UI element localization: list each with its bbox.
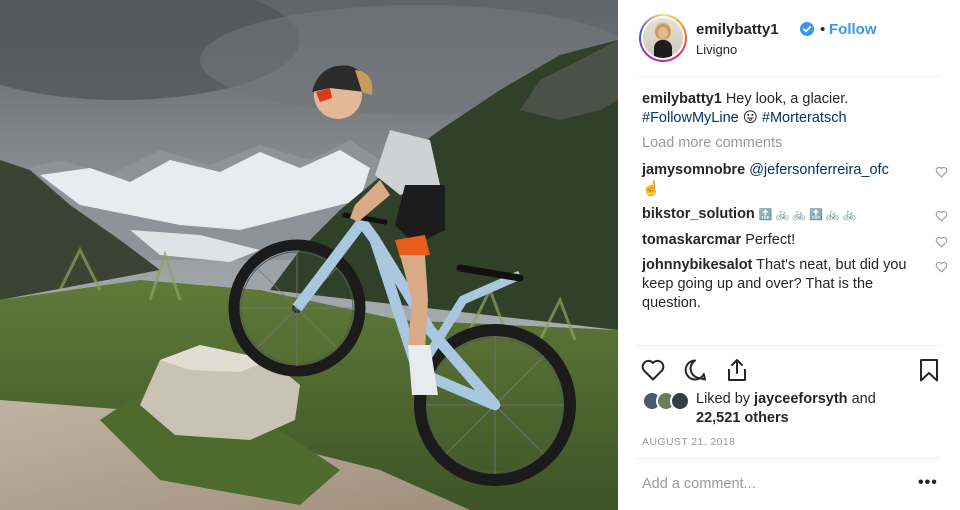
comment-like-heart-icon[interactable] xyxy=(935,210,948,222)
comment-like-heart-icon[interactable] xyxy=(935,236,948,248)
hashtag-followmyline[interactable]: #FollowMyLine xyxy=(642,110,739,126)
add-comment-input[interactable]: Add a comment... xyxy=(642,476,882,492)
separator-dot: • xyxy=(820,21,826,38)
likes-text: Liked by jayceeforsyth and 22,521 others xyxy=(696,390,936,428)
comment-like-heart-icon[interactable] xyxy=(935,166,948,178)
follow-button[interactable]: Follow xyxy=(829,21,877,38)
share-icon[interactable] xyxy=(724,357,750,383)
comment-icon[interactable] xyxy=(682,357,708,383)
avatar-body xyxy=(654,40,672,58)
comment-item: bikstor_solution 🔝 🚲 🚲 🔝 🚲 🚲 xyxy=(642,205,948,225)
post-date[interactable]: AUGUST 21, 2018 xyxy=(642,436,735,448)
caption: emilybatty1 Hey look, a glacier. #Follow… xyxy=(642,90,942,128)
action-bar xyxy=(638,357,940,383)
comment-emoji: ☝️ xyxy=(642,181,661,197)
divider xyxy=(638,345,940,346)
post-location[interactable]: Livigno xyxy=(696,42,737,57)
liker-username[interactable]: jayceeforsyth xyxy=(754,391,848,407)
likes-count[interactable]: 22,521 others xyxy=(696,410,789,426)
comment-text: 🔝 🚲 🚲 🔝 🚲 🚲 xyxy=(758,209,857,221)
load-more-comments-button[interactable]: Load more comments xyxy=(642,134,942,153)
caption-username[interactable]: emilybatty1 xyxy=(642,91,722,107)
post-photo[interactable] xyxy=(0,0,618,510)
and-label: and xyxy=(851,391,876,407)
verified-badge-icon xyxy=(800,22,814,36)
comments-section: emilybatty1 Hey look, a glacier. #Follow… xyxy=(642,90,948,319)
hashtag-morteratsch[interactable]: #Morteratsch xyxy=(762,110,847,126)
comment-username[interactable]: tomaskarcmar xyxy=(642,232,741,248)
post-username[interactable]: emilybatty1 xyxy=(696,21,779,38)
post-header: emilybatty1 • Follow Livigno xyxy=(638,10,940,77)
comment-username[interactable]: johnnybikesalot xyxy=(642,257,752,273)
comment-text: Perfect! xyxy=(745,232,796,248)
story-ring[interactable] xyxy=(639,14,687,62)
comment-item: jamysomnobre @jefersonferreira_ofc ☝️ xyxy=(642,161,948,199)
caption-text: Hey look, a glacier. xyxy=(725,91,849,107)
divider xyxy=(638,458,940,459)
likes-summary: Liked by jayceeforsyth and 22,521 others xyxy=(638,390,938,430)
liked-by-label: Liked by xyxy=(696,391,751,407)
comment-username[interactable]: bikstor_solution xyxy=(642,206,755,222)
mountain-bike-photo xyxy=(0,0,618,510)
comment-username[interactable]: jamysomnobre xyxy=(642,162,745,178)
comment-like-heart-icon[interactable] xyxy=(935,261,948,273)
comment-item: johnnybikesalot That's neat, but did you… xyxy=(642,256,948,313)
post-side-panel: emilybatty1 • Follow Livigno emilybatty1… xyxy=(618,0,960,510)
avatar-face xyxy=(658,27,668,39)
more-options-button[interactable]: ••• xyxy=(918,474,938,492)
avatar[interactable] xyxy=(641,16,685,60)
liker-avatar xyxy=(670,391,690,411)
comment-item: tomaskarcmar Perfect! xyxy=(642,231,948,250)
comment-mention[interactable]: @jefersonferreira_ofc xyxy=(749,162,889,178)
heart-icon[interactable] xyxy=(640,357,666,383)
liker-avatars[interactable] xyxy=(642,391,696,411)
caption-emoji: 😛 xyxy=(742,110,758,126)
bookmark-icon[interactable] xyxy=(916,357,942,383)
